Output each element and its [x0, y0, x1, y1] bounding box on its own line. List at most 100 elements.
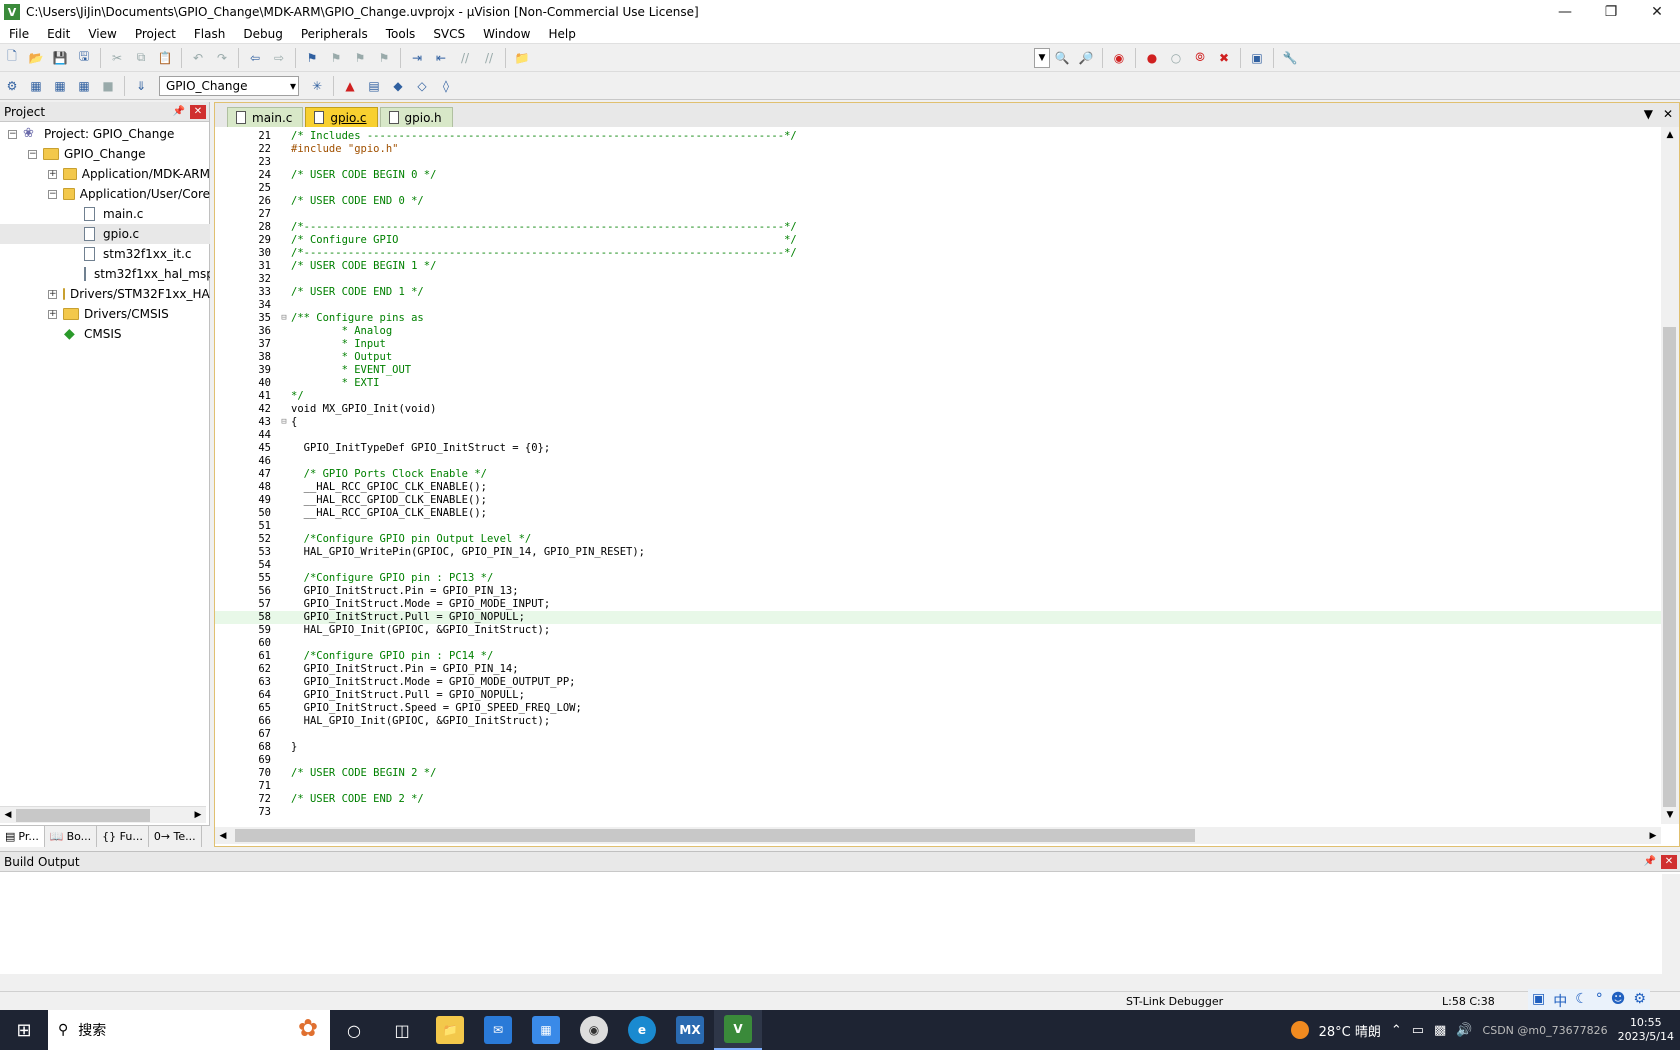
unindent-icon[interactable]: ⇤ — [430, 47, 452, 69]
task-view-icon[interactable]: ◫ — [378, 1010, 426, 1050]
window-layout-icon[interactable]: ▣ — [1246, 47, 1268, 69]
fold-toggle-icon[interactable]: ⊟ — [279, 312, 289, 325]
code-line[interactable]: 54 — [215, 559, 1661, 572]
pin-icon[interactable]: 📌 — [1642, 855, 1658, 869]
cut-icon[interactable]: ✂ — [106, 47, 128, 69]
stm32cubemx-icon[interactable]: MX — [666, 1010, 714, 1050]
build-output-text[interactable] — [0, 874, 1662, 974]
undo-icon[interactable]: ↶ — [187, 47, 209, 69]
code-line[interactable]: 56 GPIO_InitStruct.Pin = GPIO_PIN_13; — [215, 585, 1661, 598]
close-tab-icon[interactable]: ✕ — [1663, 107, 1673, 121]
disable-breakpoint-icon[interactable]: ○ — [1165, 47, 1187, 69]
ime-language[interactable]: 中 — [1553, 991, 1567, 1011]
minimize-button[interactable]: — — [1542, 0, 1588, 24]
find-icon[interactable]: 🔍 — [1051, 47, 1073, 69]
code-line[interactable]: 40 * EXTI — [215, 377, 1661, 390]
code-line[interactable]: 33 /* USER CODE END 1 */ — [215, 286, 1661, 299]
code-line[interactable]: 26 /* USER CODE END 0 */ — [215, 195, 1661, 208]
editor-vscrollbar[interactable]: ▲ ▼ — [1661, 127, 1679, 824]
scrollbar-thumb[interactable] — [1663, 327, 1676, 807]
weather-text[interactable]: 28°C 晴朗 — [1319, 1021, 1381, 1040]
code-line[interactable]: 52 /*Configure GPIO pin Output Level */ — [215, 533, 1661, 546]
navigate-back-icon[interactable]: ⇦ — [244, 47, 266, 69]
code-line[interactable]: 44 — [215, 429, 1661, 442]
tree-item-group[interactable]: + Drivers/STM32F1xx_HAL — [0, 284, 210, 304]
code-line[interactable]: 53 HAL_GPIO_WritePin(GPIOC, GPIO_PIN_14,… — [215, 546, 1661, 559]
build-output-hscrollbar[interactable] — [0, 974, 1680, 991]
code-line[interactable]: 63 GPIO_InitStruct.Mode = GPIO_MODE_OUTP… — [215, 676, 1661, 689]
indent-icon[interactable]: ⇥ — [406, 47, 428, 69]
target-select[interactable]: GPIO_Change ▾ — [159, 75, 299, 96]
comment-icon[interactable]: // — [454, 47, 476, 69]
tree-item-project[interactable]: − ❀ Project: GPIO_Change — [0, 124, 210, 144]
tab-templates[interactable]: 0→ Te... — [149, 826, 202, 847]
code-line[interactable]: 29 /* Configure GPIO */ — [215, 234, 1661, 247]
manage-project-items-icon[interactable]: ▲ — [339, 75, 361, 97]
code-line[interactable]: 25 — [215, 182, 1661, 195]
incremental-find-icon[interactable]: 🔎 — [1075, 47, 1097, 69]
code-line[interactable]: 27 — [215, 208, 1661, 221]
scroll-right-icon[interactable]: ▶ — [190, 810, 206, 820]
code-line[interactable]: 31 /* USER CODE BEGIN 1 */ — [215, 260, 1661, 273]
restore-button[interactable]: ❐ — [1588, 0, 1634, 24]
scroll-down-icon[interactable]: ▼ — [1661, 807, 1679, 824]
menu-flash[interactable]: Flash — [185, 24, 234, 44]
tab-main-c[interactable]: main.c — [227, 107, 304, 127]
run-time-environment-icon[interactable]: ◆ — [387, 75, 409, 97]
redo-icon[interactable]: ↷ — [211, 47, 233, 69]
insert-breakpoint-icon[interactable]: ● — [1141, 47, 1163, 69]
code-line[interactable]: 49 __HAL_RCC_GPIOD_CLK_ENABLE(); — [215, 494, 1661, 507]
code-line[interactable]: 47 /* GPIO Ports Clock Enable */ — [215, 468, 1661, 481]
clock[interactable]: 10:55 2023/5/14 — [1618, 1016, 1674, 1044]
tree-item-file[interactable]: gpio.c — [0, 224, 210, 244]
paste-icon[interactable]: 📋 — [154, 47, 176, 69]
scroll-right-icon[interactable]: ▶ — [1645, 831, 1661, 841]
close-icon[interactable]: ✕ — [190, 104, 206, 119]
taskbar-search[interactable]: ⚲ 搜索 ✿ — [48, 1010, 330, 1050]
open-file-icon[interactable]: 📂 — [25, 47, 47, 69]
configure-icon[interactable]: 🔧 — [1279, 47, 1301, 69]
close-icon[interactable]: ✕ — [1661, 854, 1677, 869]
find-in-files-icon[interactable]: 📁 — [511, 47, 533, 69]
download-icon[interactable]: ⇓ — [130, 75, 152, 97]
cortana-icon[interactable]: ○ — [330, 1010, 378, 1050]
scroll-left-icon[interactable]: ◀ — [215, 831, 231, 841]
target-options-icon[interactable]: ✳ — [306, 75, 328, 97]
collapse-icon[interactable]: − — [28, 149, 37, 159]
code-line[interactable]: 50 __HAL_RCC_GPIOA_CLK_ENABLE(); — [215, 507, 1661, 520]
tree-item-group[interactable]: + Application/MDK-ARM — [0, 164, 210, 184]
menu-tools[interactable]: Tools — [377, 24, 425, 44]
code-line[interactable]: 43 ⊟{ — [215, 416, 1661, 429]
code-line[interactable]: 67 — [215, 728, 1661, 741]
code-line[interactable]: 66 HAL_GPIO_Init(GPIOC, &GPIO_InitStruct… — [215, 715, 1661, 728]
code-line[interactable]: 61 /*Configure GPIO pin : PC14 */ — [215, 650, 1661, 663]
close-button[interactable]: ✕ — [1634, 0, 1680, 24]
code-line[interactable]: 73 — [215, 806, 1661, 819]
windows-start-icon[interactable]: ⊞ — [0, 1010, 48, 1050]
pin-icon[interactable]: 📌 — [171, 105, 187, 119]
code-line[interactable]: 39 * EVENT_OUT — [215, 364, 1661, 377]
build-icon[interactable]: ▦ — [25, 75, 47, 97]
collapse-icon[interactable]: − — [8, 129, 17, 139]
tab-functions[interactable]: {} Fu... — [97, 826, 149, 847]
tab-project[interactable]: ▤ Pr... — [0, 826, 45, 847]
code-line[interactable]: 46 — [215, 455, 1661, 468]
code-line[interactable]: 65 GPIO_InitStruct.Speed = GPIO_SPEED_FR… — [215, 702, 1661, 715]
code-line[interactable]: 57 GPIO_InitStruct.Mode = GPIO_MODE_INPU… — [215, 598, 1661, 611]
find-dropdown[interactable]: ▼ — [1034, 47, 1050, 68]
code-line[interactable]: 64 GPIO_InitStruct.Pull = GPIO_NOPULL; — [215, 689, 1661, 702]
stop-build-icon[interactable]: ■ — [97, 75, 119, 97]
menu-window[interactable]: Window — [474, 24, 539, 44]
code-line[interactable]: 48 __HAL_RCC_GPIOC_CLK_ENABLE(); — [215, 481, 1661, 494]
menu-project[interactable]: Project — [126, 24, 185, 44]
tree-item-file[interactable]: main.c — [0, 204, 210, 224]
edge-icon[interactable]: e — [618, 1010, 666, 1050]
rebuild-icon[interactable]: ▦ — [49, 75, 71, 97]
punctuation-icon[interactable]: ° — [1596, 991, 1603, 1011]
expand-icon[interactable]: + — [48, 289, 57, 299]
code-line[interactable]: 21 /* Includes --------------------------… — [215, 130, 1661, 143]
tree-item-group[interactable]: − Application/User/Core — [0, 184, 210, 204]
tree-item-target[interactable]: − GPIO_Change — [0, 144, 210, 164]
keil-uvision-icon[interactable]: V — [714, 1010, 762, 1050]
project-tree-hscrollbar[interactable]: ◀ ▶ — [0, 806, 206, 823]
